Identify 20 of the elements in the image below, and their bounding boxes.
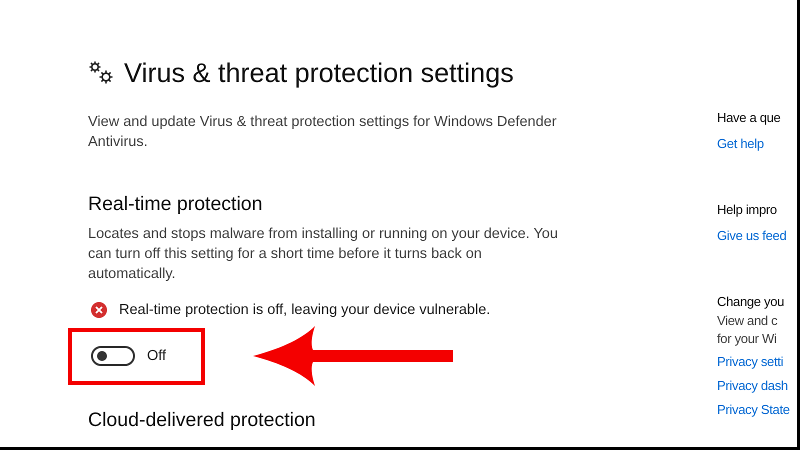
section-description: Locates and stops malware from installing or running on your device. You can turn off this setting for a short time before it turns back on automatically. bbox=[88, 225, 559, 284]
section-heading: Real-time protection bbox=[88, 192, 264, 216]
sidebar-link[interactable]: Give us feed bbox=[717, 226, 790, 246]
sidebar-heading: Have a que bbox=[717, 109, 782, 127]
section-heading: Cloud-delivered protection bbox=[88, 408, 317, 432]
toggle-label: Off bbox=[147, 348, 166, 364]
toggle-switch[interactable] bbox=[91, 346, 135, 366]
sidebar-link[interactable]: Privacy dash bbox=[717, 376, 790, 396]
sidebar-heading: Change you bbox=[717, 293, 786, 311]
sidebar-heading: Help impro bbox=[717, 201, 778, 219]
warning-text: Real-time protection is off, leaving your device vulnerable. bbox=[119, 302, 490, 318]
sidebar-link[interactable]: Privacy setti bbox=[717, 352, 790, 372]
sidebar-link[interactable]: Get help bbox=[717, 134, 790, 154]
error-icon bbox=[91, 302, 107, 318]
sidebar-link[interactable]: Privacy State bbox=[717, 400, 790, 420]
sidebar-text: for your Wi bbox=[717, 330, 778, 348]
page-title: Virus & threat protection settings bbox=[124, 58, 514, 88]
page-description: View and update Virus & threat protection settings for Windows Defender Antivirus. bbox=[88, 113, 558, 152]
gears-icon bbox=[88, 60, 114, 86]
sidebar-text: View and c bbox=[717, 312, 778, 330]
